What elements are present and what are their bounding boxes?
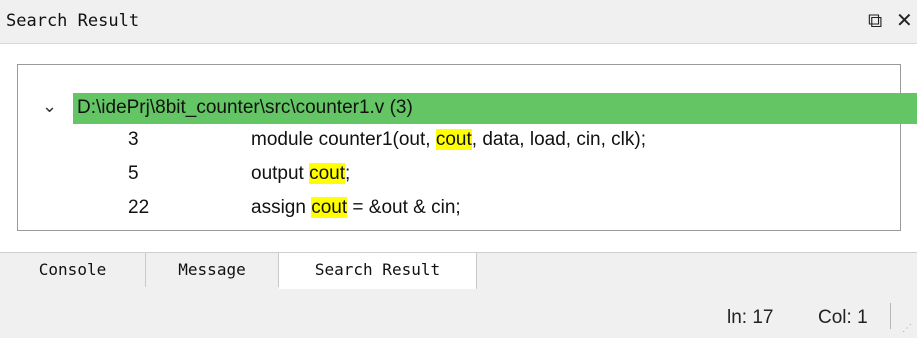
status-line: ln: 17 bbox=[727, 307, 774, 328]
match-highlight: cout bbox=[311, 197, 348, 218]
file-path: D:\idePrj\8bit_counter\src\counter1.v (3… bbox=[77, 97, 413, 118]
tab-message[interactable]: Message bbox=[146, 253, 279, 287]
match-highlight: cout bbox=[309, 163, 346, 184]
match-line-number: 22 bbox=[128, 197, 150, 218]
panel-titlebar: Search Result ⧉ ✕ bbox=[0, 0, 917, 44]
match-row[interactable]: 5 output cout; bbox=[18, 158, 917, 192]
tab-console[interactable]: Console bbox=[0, 253, 146, 287]
match-line-number: 5 bbox=[128, 163, 139, 184]
panel-title: Search Result bbox=[6, 11, 140, 31]
match-code: assign cout = &out & cin; bbox=[251, 197, 461, 218]
results-area: ⌄ D:\idePrj\8bit_counter\src\counter1.v … bbox=[0, 44, 917, 252]
status-column: Col: 1 bbox=[818, 307, 868, 328]
results-tree: ⌄ D:\idePrj\8bit_counter\src\counter1.v … bbox=[17, 64, 917, 231]
resize-grip-icon[interactable]: ⋰ bbox=[902, 323, 912, 334]
status-divider bbox=[890, 303, 891, 329]
float-window-icon[interactable]: ⧉ bbox=[868, 8, 882, 32]
tab-search-result[interactable]: Search Result bbox=[279, 253, 477, 289]
match-line-number: 3 bbox=[128, 129, 139, 150]
chevron-down-icon[interactable]: ⌄ bbox=[42, 96, 57, 117]
match-highlight: cout bbox=[435, 129, 472, 150]
search-result-panel: Search Result ⧉ ✕ ⌄ D:\idePrj\8bit_count… bbox=[0, 0, 917, 338]
match-code: output cout; bbox=[251, 163, 351, 184]
file-result-row[interactable]: D:\idePrj\8bit_counter\src\counter1.v (3… bbox=[73, 93, 917, 124]
match-row[interactable]: 22 assign cout = &out & cin; bbox=[18, 192, 917, 226]
match-code: module counter1(out, cout, data, load, c… bbox=[251, 129, 647, 150]
bottom-tab-bar: Console Message Search Result bbox=[0, 252, 917, 289]
close-icon[interactable]: ✕ bbox=[896, 8, 913, 32]
match-row[interactable]: 3 module counter1(out, cout, data, load,… bbox=[18, 124, 917, 158]
status-bar: ln: 17 Col: 1 ⋰ bbox=[0, 289, 917, 338]
